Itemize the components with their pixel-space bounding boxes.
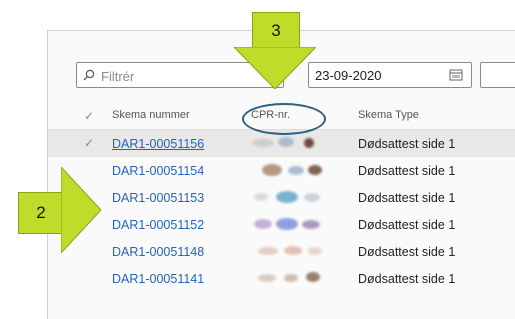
cpr-redacted: [248, 216, 332, 232]
row-id-link[interactable]: DAR1-00051152: [112, 218, 204, 232]
select-all-checkmark-icon[interactable]: ✓: [84, 109, 94, 123]
cpr-redacted: [248, 270, 332, 286]
extra-filter-field[interactable]: [480, 62, 515, 88]
row-type: Dødsattest side 1: [358, 164, 456, 178]
cpr-redacted: [248, 189, 332, 205]
row-id-link[interactable]: DAR1-00051153: [112, 191, 204, 205]
row-type: Dødsattest side 1: [358, 137, 456, 151]
row-id-link[interactable]: DAR1-00051154: [112, 164, 204, 178]
header-skema-type[interactable]: Skema Type: [358, 109, 419, 121]
table-row[interactable]: DAR1-00051152 Dødsattest side 1: [48, 211, 515, 238]
cpr-highlight-oval: [242, 103, 326, 135]
cpr-redacted: [248, 162, 332, 178]
cpr-redacted: [248, 135, 332, 151]
callout-two-arrow-icon: [61, 167, 101, 253]
row-type: Dødsattest side 1: [358, 272, 456, 286]
row-id-link[interactable]: DAR1-00051148: [112, 245, 204, 259]
date-value: 23-09-2020: [315, 68, 382, 83]
row-id-link[interactable]: DAR1-00051141: [112, 272, 204, 286]
date-field[interactable]: 23-09-2020: [308, 62, 472, 88]
table-row[interactable]: DAR1-00051148 Dødsattest side 1: [48, 238, 515, 265]
row-type: Dødsattest side 1: [358, 191, 456, 205]
callout-two-label: 2: [36, 203, 46, 222]
row-type: Dødsattest side 1: [358, 218, 456, 232]
table-row[interactable]: DAR1-00051141 Dødsattest side 1: [48, 265, 515, 292]
search-icon: [83, 69, 95, 81]
callout-three-label: 3: [271, 21, 281, 40]
cpr-redacted: [248, 243, 332, 259]
row-id-link[interactable]: DAR1-00051156: [112, 137, 204, 151]
table-row[interactable]: DAR1-00051154 Dødsattest side 1: [48, 157, 515, 184]
callout-two: 2: [18, 192, 63, 234]
row-checkmark-icon[interactable]: ✓: [84, 136, 94, 150]
table-row[interactable]: DAR1-00051153 Dødsattest side 1: [48, 184, 515, 211]
callout-three: 3: [252, 12, 300, 49]
callout-three-arrow-icon: [234, 47, 316, 89]
calendar-icon[interactable]: [449, 68, 463, 81]
row-type: Dødsattest side 1: [358, 245, 456, 259]
header-skema-nummer[interactable]: Skema nummer: [112, 109, 190, 121]
